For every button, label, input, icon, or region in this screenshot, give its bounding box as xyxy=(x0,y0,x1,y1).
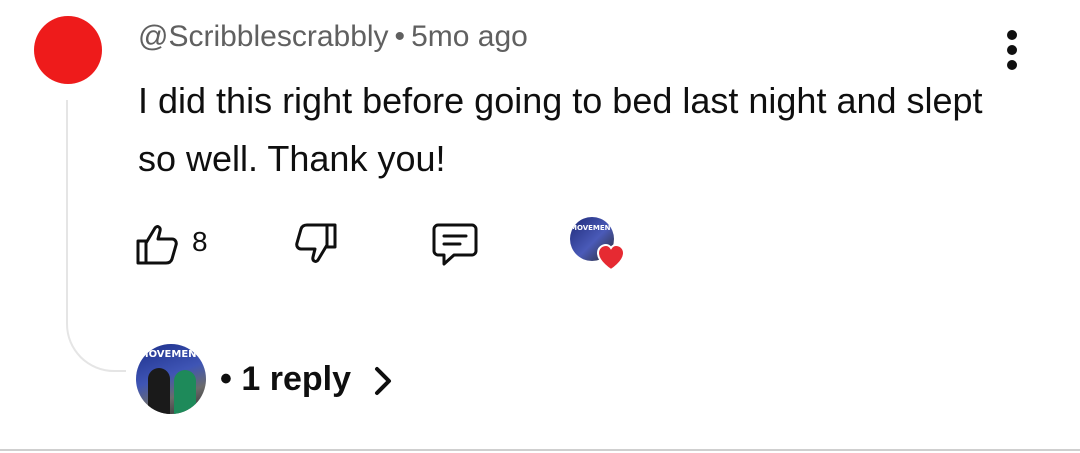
thumbs-up-icon[interactable] xyxy=(133,220,181,268)
like-count: 8 xyxy=(192,226,208,257)
creator-logo-text: MOVEMENT xyxy=(570,224,614,232)
comment-time[interactable]: 5mo ago xyxy=(411,20,528,53)
reply-author-avatar: MOVEMENT xyxy=(136,344,206,414)
chevron-right-icon xyxy=(375,367,391,395)
heart-icon xyxy=(596,243,626,272)
divider xyxy=(0,449,1080,451)
comment-author[interactable]: @Scribblescrabbly xyxy=(138,20,389,53)
thread-connector xyxy=(66,100,126,372)
reply-separator: • xyxy=(220,360,232,398)
comment-text: I did this right before going to bed las… xyxy=(138,80,983,179)
reply-count: 1 reply xyxy=(241,360,351,398)
reply-avatar-logo-text: MOVEMENT xyxy=(138,349,204,360)
meta-separator: • xyxy=(394,20,406,53)
reply-count-label: • 1 reply xyxy=(220,360,351,399)
creator-heart: MOVEMENT xyxy=(570,217,626,272)
more-vert-icon[interactable] xyxy=(1000,30,1024,70)
thumbs-down-icon[interactable] xyxy=(292,220,340,268)
comment-author-avatar[interactable] xyxy=(34,16,102,84)
comment-icon[interactable] xyxy=(430,220,480,268)
comment-meta: @Scribblescrabbly • 5mo ago xyxy=(138,20,528,54)
